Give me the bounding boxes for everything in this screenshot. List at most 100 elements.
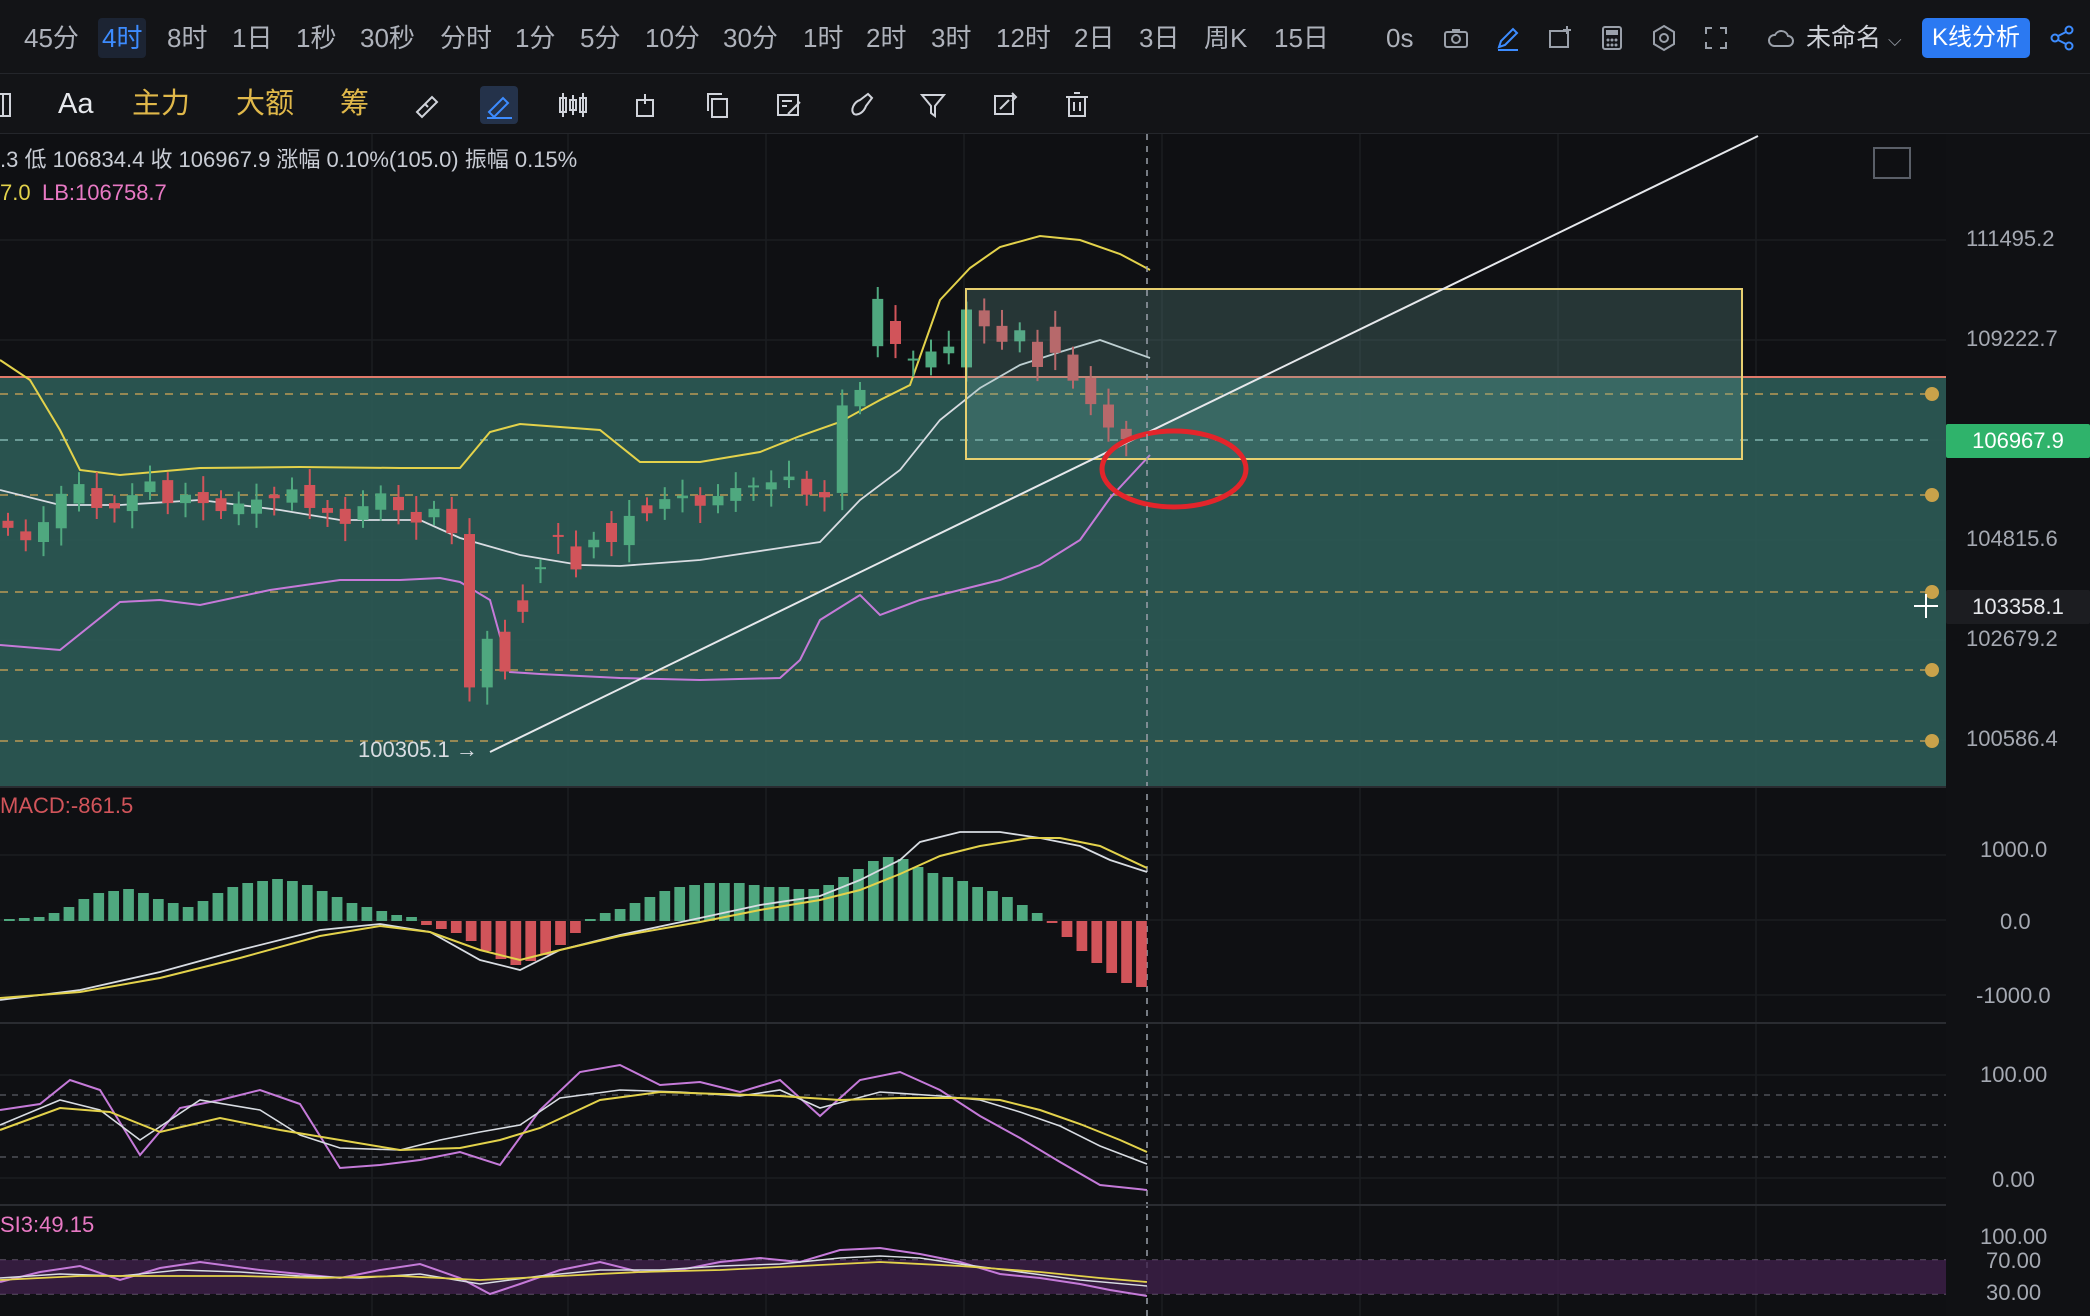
rsi-tick-3: 30.00 [1986, 1280, 2042, 1305]
timeframe-13[interactable]: 3时 [927, 18, 975, 58]
chart-canvas[interactable] [0, 0, 2090, 1316]
timeframe-6[interactable]: 分时 [436, 18, 496, 58]
timeframe-1[interactable]: 4时 [98, 18, 147, 58]
crosshair-price-tag: 103358.1 [1946, 590, 2090, 624]
candle-body [854, 389, 866, 407]
timeframe-11[interactable]: 1时 [799, 18, 847, 58]
candle-body [393, 496, 404, 511]
macd-bar [629, 903, 641, 921]
macd-bar [1002, 897, 1013, 921]
macd-bar [18, 918, 30, 921]
candle-body [268, 494, 280, 499]
timeframe-9[interactable]: 10分 [641, 18, 704, 58]
candle-body [446, 508, 458, 534]
macd-tick-1: 1000.0 [1980, 837, 2048, 862]
macd-bar [78, 899, 90, 921]
macd-bar [838, 877, 849, 921]
candle-body [197, 492, 209, 504]
macd-bar [719, 883, 730, 921]
timeframe-18[interactable]: 15日 [1270, 18, 1333, 58]
price-axis-bg [1946, 134, 2090, 1316]
macd-bar [555, 921, 566, 945]
candle-body [730, 488, 742, 501]
macd-bar [152, 899, 164, 921]
macd-bar [942, 877, 954, 921]
kdj-j-line [0, 1063, 1148, 1191]
candle-body [659, 499, 671, 509]
macd-bar [1136, 921, 1147, 987]
macd-bar [450, 921, 462, 933]
macd-bar [1091, 921, 1103, 963]
timeframe-7[interactable]: 1分 [511, 18, 559, 58]
macd-bar [778, 887, 790, 921]
candle-body [588, 539, 600, 548]
candle-body [641, 505, 653, 514]
candle-body [20, 531, 32, 541]
candle-body [481, 638, 493, 688]
macd-bar [853, 869, 864, 921]
timeframe-17[interactable]: 周K [1200, 18, 1251, 58]
timeframe-3[interactable]: 1日 [228, 18, 276, 58]
macd-bar [346, 903, 358, 921]
macd-bar [242, 883, 254, 921]
candle-body [623, 515, 635, 546]
candle-body [162, 480, 174, 504]
candle-body [677, 495, 688, 499]
timeframe-15[interactable]: 2日 [1070, 18, 1118, 58]
macd-bar [316, 891, 328, 921]
macd-bar [1121, 921, 1132, 983]
lb-value: LB:106758.7 [42, 180, 167, 205]
macd-bar [1031, 913, 1043, 921]
macd-bar [257, 881, 268, 921]
timeframe-2[interactable]: 8时 [163, 18, 211, 58]
macd-bar [227, 887, 239, 921]
candle-body [819, 492, 830, 498]
macd-bar [957, 881, 969, 921]
candle-body [304, 484, 316, 508]
macd-bar [659, 891, 671, 921]
candle-body [765, 482, 777, 490]
expand-pane-icon[interactable] [1873, 147, 1911, 179]
macd-bar [465, 921, 477, 941]
macd-bar [972, 887, 983, 921]
candle-body [357, 506, 369, 520]
macd-bar [182, 907, 194, 921]
macd-bar [689, 885, 700, 921]
timeframe-4[interactable]: 1秒 [292, 18, 340, 58]
candle-body [890, 320, 901, 344]
low-price-marker: 100305.1 → [358, 737, 478, 762]
macd-bar [287, 881, 298, 921]
macd-bar [272, 879, 283, 921]
macd-bar [212, 893, 224, 921]
timeframe-8[interactable]: 5分 [576, 18, 624, 58]
candle-body [339, 508, 351, 524]
candle-body [38, 522, 49, 542]
candle-body [694, 495, 706, 506]
rectangle-drawing[interactable] [965, 288, 1743, 460]
macd-bar [808, 889, 820, 921]
macd-bar [93, 893, 105, 921]
timeframe-14[interactable]: 12时 [992, 18, 1055, 58]
macd-bar [570, 921, 581, 933]
timeframe-10[interactable]: 30分 [719, 18, 782, 58]
timeframe-16[interactable]: 3日 [1135, 18, 1183, 58]
macd-bar [1046, 921, 1058, 923]
candle-body [925, 351, 937, 368]
price-tick-1: 111495.2 [1966, 226, 2055, 251]
macd-bar [63, 907, 75, 921]
macd-bar [123, 889, 134, 921]
timeframe-5[interactable]: 30秒 [356, 18, 419, 58]
macd-bar [897, 859, 909, 921]
kdj-tick-2: 0.00 [1992, 1167, 2035, 1192]
candle-body [943, 346, 955, 354]
timeframe-12[interactable]: 2时 [862, 18, 910, 58]
macd-bar [167, 903, 179, 921]
timeframe-0[interactable]: 45分 [20, 18, 83, 58]
price-tick-3: 104815.6 [1966, 526, 2058, 551]
macd-bar [331, 897, 343, 921]
candle-body [907, 358, 919, 361]
macd-bar [1106, 921, 1118, 973]
macd-bar [4, 919, 15, 921]
candle-body [606, 522, 617, 542]
price-tick-4: 102679.2 [1966, 626, 2058, 651]
